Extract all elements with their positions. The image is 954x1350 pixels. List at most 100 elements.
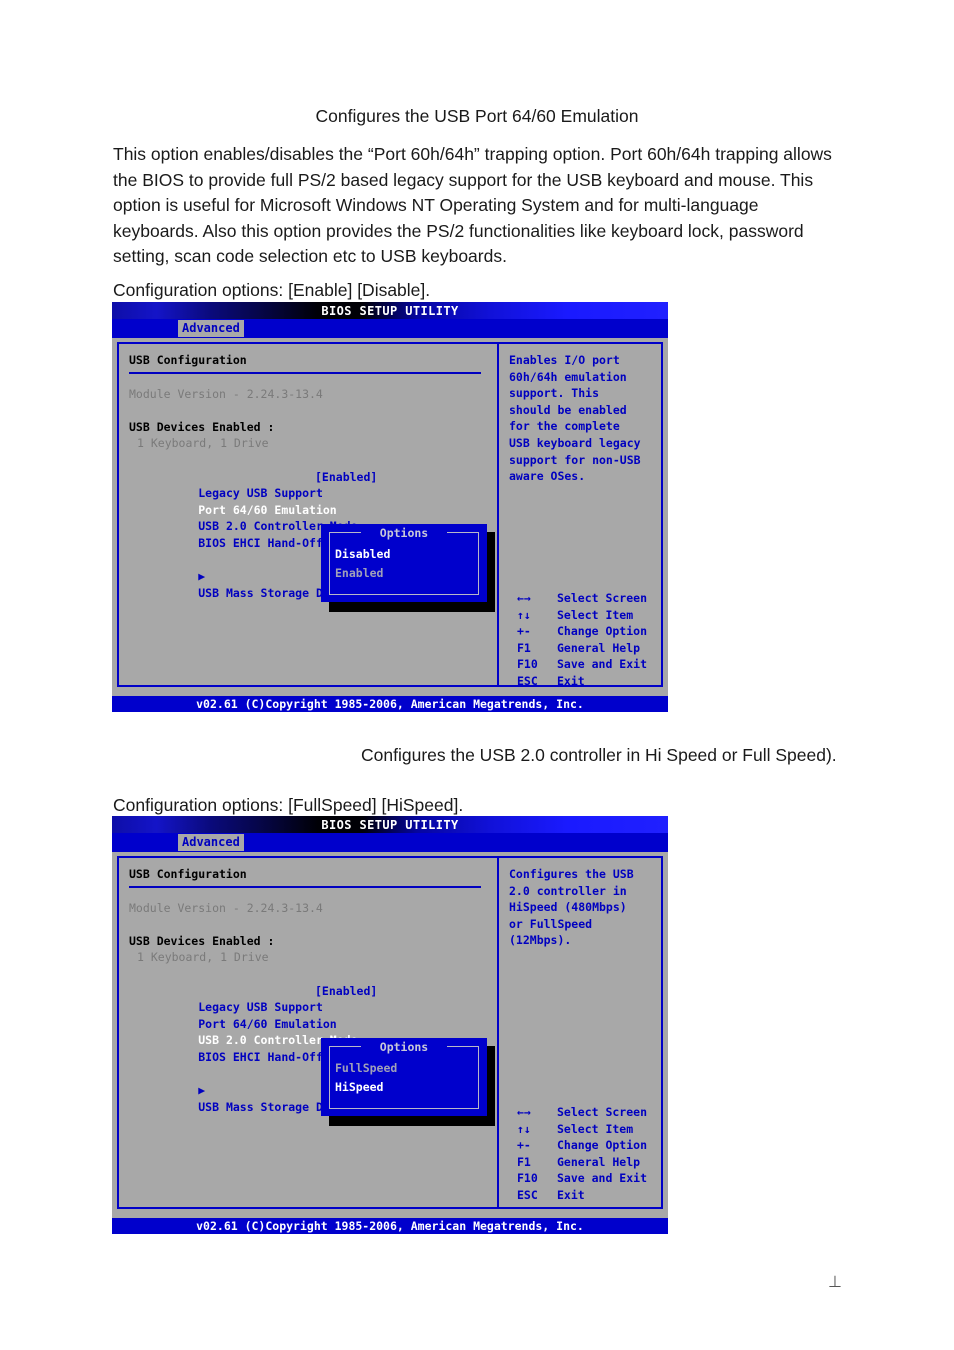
bios-title-bar: BIOS SETUP UTILITY — [112, 302, 668, 319]
legend-label: General Help — [557, 1154, 641, 1169]
submenu-arrow-icon: ▶ — [198, 1083, 206, 1098]
legend-row-select-screen: ←→ Select Screen — [509, 590, 669, 607]
legend-key: ESC — [517, 673, 538, 688]
description-heading-2: Configures the USB 2.0 controller in Hi … — [113, 743, 843, 769]
setting-row-usb-20-controller-mode[interactable]: USB 2.0 Controller Mode — [129, 502, 487, 533]
description-heading-2-text: Configures the USB 2.0 controller in Hi … — [361, 745, 837, 765]
setting-value: [Enabled] — [315, 469, 378, 484]
options-popup[interactable]: Options FullSpeed HiSpeed — [321, 1038, 487, 1116]
help-line: 60h/64h emulation — [509, 369, 627, 384]
help-line: or FullSpeed — [509, 916, 593, 931]
legend-label: Save and Exit — [557, 1171, 648, 1186]
legend-key: ↑↓ — [517, 607, 531, 622]
help-pane: Configures the USB 2.0 controller in HiS… — [509, 866, 659, 949]
legend-row-change-option: +- Change Option — [509, 1137, 669, 1154]
legend-key: ←→ — [517, 1105, 531, 1119]
legend-row-change-option: +- Change Option — [509, 623, 669, 640]
setting-row-port-64-60-emulation[interactable]: Port 64/60 Emulation — [129, 485, 487, 517]
legend-label: Save and Exit — [557, 657, 648, 672]
help-line: Enables I/O port — [509, 353, 620, 367]
popup-title: Options — [379, 526, 429, 540]
module-version: Module Version - 2.24.3-13.4 — [129, 900, 323, 915]
section-title: USB Configuration — [129, 353, 247, 367]
usb-devices-label: USB Devices Enabled : — [129, 419, 275, 434]
setting-row-legacy-usb-support[interactable]: Legacy USB Support [Enabled] — [129, 469, 487, 501]
legend-key: +- — [517, 1138, 531, 1153]
section-title: USB Configuration — [129, 867, 247, 881]
legend-row-general-help: F1 General Help — [509, 1154, 669, 1171]
popup-option-hispeed[interactable]: HiSpeed — [335, 1079, 383, 1096]
legend-label: Exit — [557, 673, 585, 688]
key-legend: ←→ Select Screen ↑↓ Select Item +- Chang… — [509, 590, 669, 690]
legend-key: ESC — [517, 1187, 538, 1202]
setting-row-port-64-60-emulation[interactable]: Port 64/60 Emulation — [129, 999, 487, 1031]
help-line: USB keyboard legacy — [509, 435, 641, 450]
help-pane: Enables I/O port 60h/64h emulation suppo… — [509, 352, 659, 485]
legend-key: F1 — [517, 640, 531, 655]
setting-row-legacy-usb-support[interactable]: Legacy USB Support [Enabled] — [129, 983, 487, 1015]
bios-title: BIOS SETUP UTILITY — [321, 304, 459, 318]
setting-row-usb-20-controller-mode[interactable]: USB 2.0 Controller Mode — [129, 1016, 487, 1047]
bios-screenshot-2: BIOS SETUP UTILITY Advanced USB Configur… — [112, 816, 668, 1234]
help-line: 2.0 controller in — [509, 883, 627, 898]
tab-advanced[interactable]: Advanced — [178, 320, 244, 337]
legend-row-exit: ESC Exit — [509, 1187, 669, 1204]
section-rule — [129, 885, 481, 888]
legend-label: Select Screen — [557, 1105, 648, 1119]
legend-label: Select Item — [557, 1121, 634, 1136]
page-title: Configures the USB Port 64/60 Emulation — [315, 106, 639, 126]
help-line: Configures the USB — [509, 867, 634, 881]
setting-value: [Enabled] — [315, 983, 378, 998]
bios-title: BIOS SETUP UTILITY — [321, 818, 459, 832]
help-line: (12Mbps). — [509, 933, 572, 948]
section-rule — [129, 371, 481, 374]
legend-label: Select Item — [557, 607, 634, 622]
legend-key: F10 — [517, 657, 538, 672]
legend-row-general-help: F1 General Help — [509, 640, 669, 657]
popup-option-fullspeed[interactable]: FullSpeed — [335, 1060, 397, 1077]
legend-label: Change Option — [557, 624, 648, 639]
setting-label: BIOS EHCI Hand-Off — [198, 1049, 323, 1064]
bios-screenshot-1: BIOS SETUP UTILITY Advanced USB Configur… — [112, 302, 668, 712]
key-legend: ←→ Select Screen ↑↓ Select Item +- Chang… — [509, 1104, 669, 1204]
bios-copyright: v02.61 (C)Copyright 1985-2006, American … — [112, 696, 668, 712]
popup-option-enabled[interactable]: Enabled — [335, 565, 383, 582]
options-popup[interactable]: Options Disabled Enabled — [321, 524, 487, 602]
help-line: for the complete — [509, 419, 620, 434]
usb-devices-value: 1 Keyboard, 1 Drive — [137, 436, 269, 451]
legend-label: Exit — [557, 1187, 585, 1202]
pane-divider — [497, 858, 499, 1207]
page-crop-mark: ⊥ — [828, 1274, 842, 1291]
bios-footer: v02.61 (C)Copyright 1985-2006, American … — [112, 691, 668, 712]
config-options-line-1: Configuration options: [Enable] [Disable… — [113, 280, 431, 300]
pane-divider — [497, 344, 499, 685]
legend-label: Change Option — [557, 1138, 648, 1153]
legend-label: General Help — [557, 640, 641, 655]
legend-row-select-item: ↑↓ Select Item — [509, 1121, 669, 1138]
legend-label: Select Screen — [557, 591, 648, 605]
module-version: Module Version - 2.24.3-13.4 — [129, 386, 323, 401]
help-line: support. This — [509, 386, 600, 401]
bios-tab-bar: Advanced — [112, 833, 668, 852]
legend-key: +- — [517, 624, 531, 639]
description-paragraph: This option enables/disables the “Port 6… — [113, 144, 832, 266]
bios-footer: v02.61 (C)Copyright 1985-2006, American … — [112, 1213, 668, 1234]
legend-key: ↑↓ — [517, 1121, 531, 1136]
legend-row-exit: ESC Exit — [509, 673, 669, 690]
help-line: should be enabled — [509, 402, 627, 417]
config-options-line-2: Configuration options: [FullSpeed] [HiSp… — [113, 795, 464, 815]
legend-row-save-and-exit: F10 Save and Exit — [509, 1170, 669, 1187]
bios-body: USB Configuration Module Version - 2.24.… — [112, 852, 668, 1213]
popup-option-disabled[interactable]: Disabled — [335, 546, 390, 563]
legend-row-select-item: ↑↓ Select Item — [509, 607, 669, 624]
legend-key: F10 — [517, 1171, 538, 1186]
legend-key: ←→ — [517, 591, 531, 605]
help-line: HiSpeed (480Mbps) — [509, 900, 627, 915]
bios-tab-bar: Advanced — [112, 319, 668, 338]
tab-advanced[interactable]: Advanced — [178, 834, 244, 851]
bios-copyright: v02.61 (C)Copyright 1985-2006, American … — [112, 1218, 668, 1234]
bios-frame: USB Configuration Module Version - 2.24.… — [117, 856, 663, 1209]
bios-title-bar: BIOS SETUP UTILITY — [112, 816, 668, 833]
legend-row-save-and-exit: F10 Save and Exit — [509, 656, 669, 673]
help-line: support for non-USB — [509, 452, 641, 467]
